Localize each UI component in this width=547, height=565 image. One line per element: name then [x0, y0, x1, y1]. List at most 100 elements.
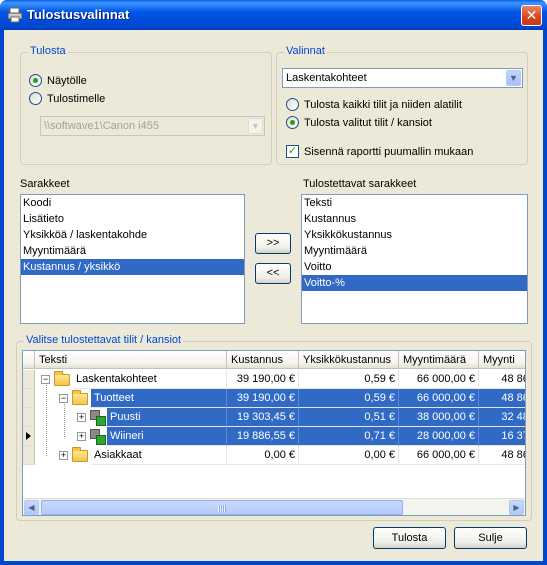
collapse-icon[interactable]: −: [41, 375, 50, 384]
printer-icon: [7, 7, 23, 23]
column-header-cost[interactable]: Kustannus: [227, 351, 299, 369]
available-columns-list[interactable]: Koodi Lisätieto Yksikköä / laskentakohde…: [20, 194, 245, 324]
row-text: Puusti: [107, 408, 227, 427]
folder-open-icon: [72, 390, 88, 405]
grip-icon: [218, 505, 226, 512]
add-column-button[interactable]: >>: [255, 233, 291, 254]
window-frame-right: [543, 30, 547, 565]
indent-checkbox-label: Sisennä raportti puumallin mukaan: [304, 145, 474, 158]
print-target-legend: Tulosta: [28, 45, 68, 57]
column-header-sales[interactable]: Myynti: [479, 351, 525, 369]
list-item[interactable]: Teksti: [302, 195, 527, 211]
row-unit-cost: 0,59 €: [299, 389, 399, 408]
options-group: Valinnat Laskentakohteet ▼ Tulosta kaikk…: [276, 45, 528, 165]
options-legend: Valinnat: [284, 45, 327, 57]
row-sales: 32 489: [479, 408, 525, 427]
indent-checkbox[interactable]: ✓ Sisennä raportti puumallin mukaan: [286, 145, 473, 158]
row-cost: 19 303,45 €: [227, 408, 299, 427]
accounts-legend: Valitse tulostettavat tilit / kansiot: [24, 334, 184, 346]
row-indicator: [23, 427, 35, 446]
row-text: Laskentakohteet: [73, 370, 227, 389]
printer-select[interactable]: \\softwave1\Canon i455 ▼: [40, 116, 265, 136]
table-row[interactable]: + Wiineri 19 886,55 € 0,71 € 28 000,00 €…: [23, 427, 525, 446]
table-row[interactable]: + Puusti 19 303,45 € 0,51 € 38 000,00 € …: [23, 408, 525, 427]
expand-icon[interactable]: +: [77, 432, 86, 441]
radio-printer-indicator[interactable]: [29, 92, 42, 105]
folder-open-icon: [54, 371, 70, 386]
close-icon: ✕: [525, 7, 538, 23]
radio-print-selected-label: Tulosta valitut tilit / kansiot: [304, 116, 432, 129]
row-sales-quantity: 28 000,00 €: [399, 427, 479, 446]
radio-screen-indicator[interactable]: [29, 74, 42, 87]
chevron-down-icon[interactable]: ▼: [506, 70, 521, 86]
window-title: Tulostusvalinnat: [27, 7, 130, 22]
expand-icon[interactable]: +: [59, 451, 68, 460]
horizontal-scrollbar[interactable]: ◀ ▶: [23, 498, 525, 515]
table-row[interactable]: + Asiakkaat 0,00 € 0,00 € 66 000,00 € 48…: [23, 446, 525, 465]
radio-print-all[interactable]: Tulosta kaikki tilit ja niiden alatilit: [286, 98, 462, 111]
printed-columns-label: Tulostettavat sarakkeet: [303, 178, 417, 190]
list-item[interactable]: Yksikköä / laskentakohde: [21, 227, 244, 243]
object-type-select-value: Laskentakohteet: [286, 72, 367, 84]
folder-icon: [72, 447, 88, 462]
list-item[interactable]: Myyntimäärä: [21, 243, 244, 259]
grid-header-corner: [23, 351, 35, 369]
row-sales-quantity: 66 000,00 €: [399, 389, 479, 408]
scroll-thumb[interactable]: [41, 500, 403, 515]
close-window-button[interactable]: ✕: [521, 5, 542, 26]
row-unit-cost: 0,71 €: [299, 427, 399, 446]
print-button[interactable]: Tulosta: [373, 527, 446, 549]
list-item[interactable]: Voitto-%: [302, 275, 527, 291]
radio-printer[interactable]: Tulostimelle: [29, 92, 105, 105]
radio-print-selected[interactable]: Tulosta valitut tilit / kansiot: [286, 116, 432, 129]
radio-print-all-indicator[interactable]: [286, 98, 299, 111]
list-item[interactable]: Voitto: [302, 259, 527, 275]
column-header-sales-quantity[interactable]: Myyntimäärä: [399, 351, 479, 369]
close-button[interactable]: Sulje: [454, 527, 527, 549]
scroll-left-icon[interactable]: ◀: [24, 500, 39, 515]
collapse-icon[interactable]: −: [59, 394, 68, 403]
row-indicator: [23, 370, 35, 389]
list-item[interactable]: Myyntimäärä: [302, 243, 527, 259]
window-frame-bottom: [0, 561, 547, 565]
radio-print-all-label: Tulosta kaikki tilit ja niiden alatilit: [304, 98, 462, 111]
radio-print-selected-indicator[interactable]: [286, 116, 299, 129]
dialog-window: Tulostusvalinnat ✕ Tulosta Näytölle Tulo…: [0, 0, 547, 565]
printer-select-value: \\softwave1\Canon i455: [44, 120, 159, 132]
list-item[interactable]: Kustannus / yksikkö: [21, 259, 244, 275]
table-row[interactable]: − Tuotteet 39 190,00 € 0,59 € 66 000,00 …: [23, 389, 525, 408]
list-item[interactable]: Yksikkökustannus: [302, 227, 527, 243]
column-header-text[interactable]: Teksti: [35, 351, 227, 369]
radio-printer-label: Tulostimelle: [47, 92, 106, 105]
row-sales: 48 862: [479, 370, 525, 389]
column-header-unit-cost[interactable]: Yksikkökustannus: [299, 351, 399, 369]
remove-column-button[interactable]: <<: [255, 263, 291, 284]
list-item[interactable]: Koodi: [21, 195, 244, 211]
object-type-select[interactable]: Laskentakohteet ▼: [282, 68, 523, 88]
current-row-icon: [26, 432, 31, 440]
row-indicator: [23, 389, 35, 408]
grid-header: Teksti Kustannus Yksikkökustannus Myynti…: [23, 351, 525, 369]
row-cost: 39 190,00 €: [227, 389, 299, 408]
row-indicator: [23, 408, 35, 427]
row-sales-quantity: 38 000,00 €: [399, 408, 479, 427]
expand-icon[interactable]: +: [77, 413, 86, 422]
print-target-group: Tulosta Näytölle Tulostimelle \\softwave…: [20, 45, 272, 165]
row-sales-quantity: 66 000,00 €: [399, 370, 479, 389]
radio-screen[interactable]: Näytölle: [29, 74, 87, 87]
list-item[interactable]: Lisätieto: [21, 211, 244, 227]
accounts-tree-grid[interactable]: Teksti Kustannus Yksikkökustannus Myynti…: [22, 350, 526, 516]
indent-checkbox-box[interactable]: ✓: [286, 145, 299, 158]
row-text: Wiineri: [107, 427, 227, 446]
available-columns-label: Sarakkeet: [20, 178, 70, 190]
scroll-right-icon[interactable]: ▶: [509, 500, 524, 515]
row-cost: 19 886,55 €: [227, 427, 299, 446]
row-sales: 48 862: [479, 389, 525, 408]
chevron-down-icon[interactable]: ▼: [248, 118, 263, 134]
list-item[interactable]: Kustannus: [302, 211, 527, 227]
row-cost: 0,00 €: [227, 446, 299, 465]
table-row[interactable]: − Laskentakohteet 39 190,00 € 0,59 € 66 …: [23, 370, 525, 389]
title-bar[interactable]: Tulostusvalinnat ✕: [0, 0, 547, 30]
printed-columns-list[interactable]: Teksti Kustannus Yksikkökustannus Myynti…: [301, 194, 528, 324]
row-unit-cost: 0,00 €: [299, 446, 399, 465]
